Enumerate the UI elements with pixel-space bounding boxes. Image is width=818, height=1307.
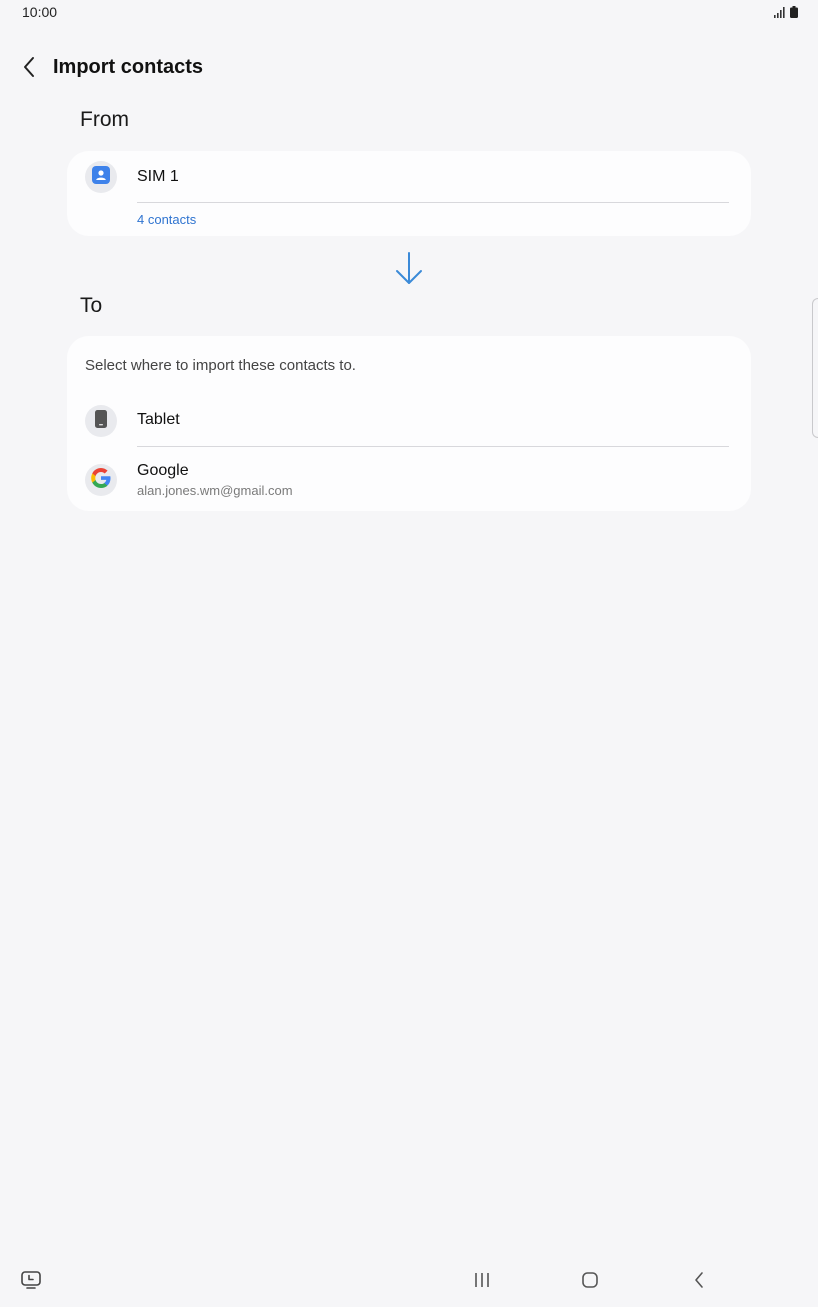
- app-bar: Import contacts: [0, 48, 818, 88]
- tablet-option-title: Tablet: [137, 411, 180, 428]
- destination-option-google[interactable]: Google alan.jones.wm@gmail.com: [67, 447, 751, 509]
- nav-back-button[interactable]: [686, 1269, 712, 1295]
- back-button[interactable]: [14, 54, 44, 84]
- status-bar: 10:00: [0, 0, 818, 24]
- import-destination-note: Select where to import these contacts to…: [85, 357, 356, 374]
- from-heading: From: [80, 108, 129, 131]
- to-heading: To: [80, 294, 103, 317]
- google-icon-circle: [85, 464, 117, 496]
- recent-apps-icon: [473, 1272, 491, 1293]
- sim-source-title: SIM 1: [137, 168, 179, 185]
- page-title: Import contacts: [53, 56, 204, 78]
- google-option-title: Google: [137, 462, 189, 479]
- divider: [137, 202, 729, 203]
- edge-panel-handle[interactable]: [812, 298, 818, 438]
- contacts-count-link[interactable]: 4 contacts: [137, 212, 196, 227]
- back-icon: [693, 1271, 705, 1294]
- screen-recorder-button[interactable]: [18, 1269, 44, 1295]
- destination-option-tablet[interactable]: Tablet: [67, 396, 751, 446]
- home-button[interactable]: [576, 1269, 604, 1295]
- status-time: 10:00: [22, 4, 58, 20]
- arrow-down-icon: [394, 252, 424, 291]
- navigation-bar: [0, 1261, 818, 1307]
- google-account-email: alan.jones.wm@gmail.com: [137, 483, 293, 498]
- status-icons: [774, 5, 798, 23]
- screen-recorder-icon: [20, 1270, 42, 1295]
- sim-icon-circle: [85, 161, 117, 193]
- recent-apps-button[interactable]: [468, 1269, 496, 1295]
- tablet-icon: [94, 409, 108, 434]
- sim-contact-icon: [91, 165, 111, 190]
- sim-source-row[interactable]: SIM 1: [67, 151, 751, 203]
- chevron-left-icon: [22, 56, 36, 83]
- battery-icon: [790, 5, 798, 23]
- home-icon: [581, 1271, 599, 1294]
- from-card: SIM 1 4 contacts: [67, 151, 751, 236]
- signal-icon: [774, 5, 786, 23]
- tablet-icon-circle: [85, 405, 117, 437]
- google-icon: [90, 467, 112, 494]
- to-card: Select where to import these contacts to…: [67, 336, 751, 511]
